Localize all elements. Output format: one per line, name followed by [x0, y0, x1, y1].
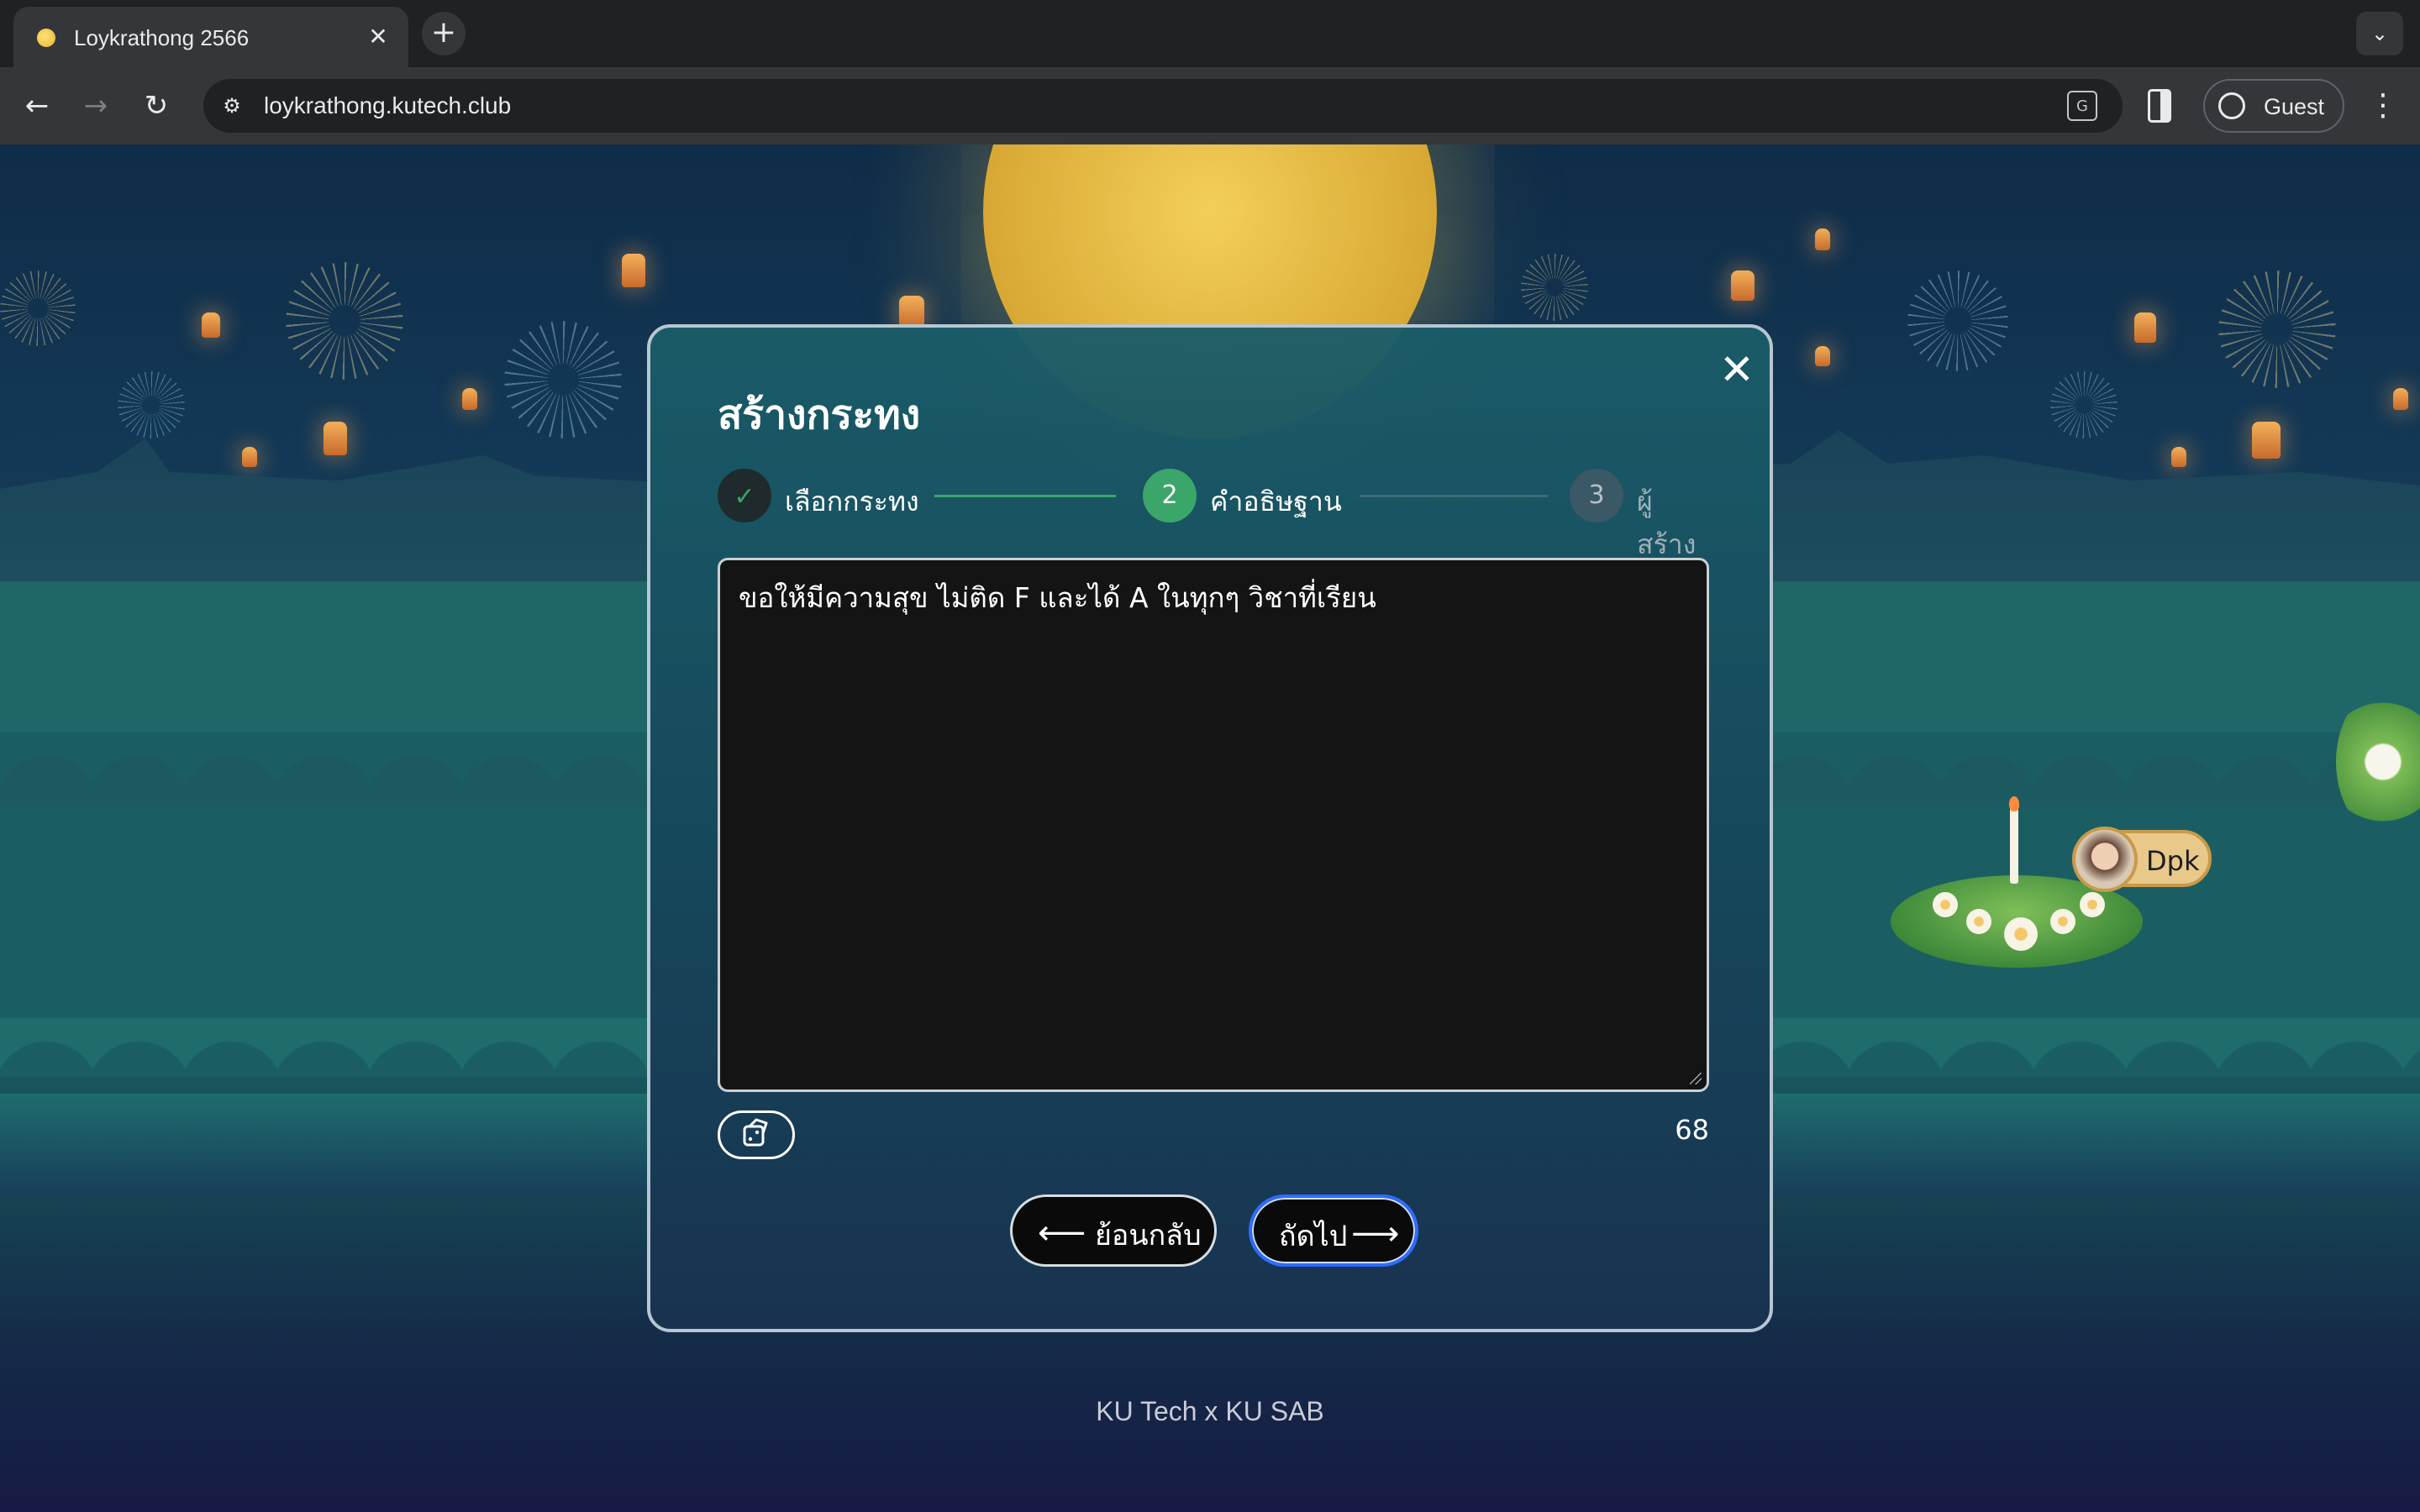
flower	[2004, 917, 2038, 951]
translate-icon[interactable]: G	[2067, 91, 2097, 121]
firework	[1907, 270, 2008, 371]
sky-lantern	[2134, 312, 2156, 343]
sky-lantern	[1731, 270, 1754, 301]
forward-arrow-icon[interactable]: →	[76, 86, 116, 126]
site-info-icon[interactable]: ⚙	[215, 89, 249, 123]
browser-tab-strip: Loykrathong 2566 ✕ + ⌄	[0, 0, 2420, 67]
sky-lantern	[2252, 422, 2281, 459]
step-label-choose-kratong: เลือกกระทง	[785, 486, 919, 517]
step-number-wish: 2	[1143, 469, 1197, 522]
progress-stepper: ✓ เลือกกระทง 2 คำอธิษฐาน 3 ผู้สร้าง	[718, 469, 1709, 560]
wish-textarea[interactable]: ขอให้มีความสุข ไม่ติด F และได้ A ในทุกๆ …	[718, 558, 1709, 1092]
flower	[2080, 892, 2105, 917]
step-label-creator: ผู้สร้าง	[1637, 486, 1697, 560]
tab-title: Loykrathong 2566	[74, 25, 250, 50]
dice-icon	[743, 1118, 768, 1147]
footer-credit: KU Tech x KU SAB	[1096, 1396, 1324, 1426]
dialog-title: สร้างกระทง	[718, 391, 921, 438]
tab-search-button[interactable]: ⌄	[2356, 12, 2403, 55]
back-arrow-icon[interactable]: ←	[17, 86, 57, 126]
sky-lantern	[324, 422, 347, 455]
side-panel-icon[interactable]	[2148, 89, 2171, 123]
resize-handle-icon[interactable]	[1690, 1073, 1702, 1084]
reload-icon[interactable]: ↻	[136, 86, 176, 126]
sky-lantern	[899, 296, 924, 328]
left-arrow-icon: ⟵	[1038, 1214, 1086, 1252]
firework	[1521, 254, 1588, 321]
back-button[interactable]: ⟵ ย้อนกลับ	[1010, 1194, 1217, 1267]
step-connector-pending	[1360, 495, 1548, 497]
character-count: 68	[1675, 1114, 1709, 1146]
step-number-creator: 3	[1570, 469, 1623, 522]
firework	[0, 270, 76, 346]
avatar	[2072, 827, 2138, 892]
owner-name: Dpk	[2146, 845, 2200, 877]
right-arrow-icon: ⟶	[1351, 1215, 1400, 1253]
kratong-owner-badge[interactable]: Dpk	[2072, 827, 2212, 892]
profile-button[interactable]: Guest	[2203, 79, 2344, 133]
flower	[1966, 909, 1991, 934]
create-kratong-dialog: ✕ สร้างกระทง ✓ เลือกกระทง 2 คำอธิษฐาน 3 …	[647, 324, 1773, 1332]
candle-flame	[2009, 796, 2019, 811]
close-icon[interactable]: ✕	[1718, 349, 1756, 391]
browser-tab[interactable]: Loykrathong 2566 ✕	[13, 7, 408, 67]
more-menu-icon[interactable]: ⋮	[2366, 87, 2400, 124]
new-tab-button[interactable]: +	[422, 12, 466, 55]
sky-lantern	[462, 388, 477, 410]
step-connector-done	[934, 495, 1116, 497]
next-button[interactable]: ถัดไป ⟶	[1249, 1194, 1418, 1267]
sky-lantern	[242, 447, 257, 467]
step-done-check-icon: ✓	[718, 469, 771, 522]
firework	[118, 371, 185, 438]
profile-icon	[2218, 92, 2245, 119]
flower	[2050, 909, 2075, 934]
sky-lantern	[1815, 228, 1830, 250]
url-text[interactable]: loykrathong.kutech.club	[264, 92, 511, 119]
firework	[2050, 371, 2118, 438]
random-wish-button[interactable]	[718, 1110, 795, 1159]
firework	[504, 321, 622, 438]
address-bar[interactable]: ⚙ loykrathong.kutech.club G	[203, 79, 2123, 133]
step-label-wish: คำอธิษฐาน	[1210, 486, 1342, 517]
flower	[1933, 892, 1958, 917]
back-button-label: ย้อนกลับ	[1095, 1219, 1202, 1252]
firework	[286, 262, 403, 380]
sky-lantern	[2393, 388, 2408, 410]
moon-favicon-icon	[37, 29, 55, 47]
tab-close-icon[interactable]: ✕	[363, 22, 393, 52]
sky-lantern	[1815, 346, 1830, 366]
wish-text-value[interactable]: ขอให้มีความสุข ไม่ติด F และได้ A ในทุกๆ …	[739, 575, 1376, 620]
candle	[2010, 808, 2018, 884]
browser-toolbar: ← → ↻ ⚙ loykrathong.kutech.club G Guest …	[0, 67, 2420, 144]
profile-label: Guest	[2264, 94, 2325, 119]
firework	[2218, 270, 2336, 388]
sky-lantern	[622, 254, 645, 287]
sky-lantern	[2171, 447, 2186, 467]
sky-lantern	[202, 312, 220, 338]
next-button-label: ถัดไป	[1279, 1220, 1348, 1253]
